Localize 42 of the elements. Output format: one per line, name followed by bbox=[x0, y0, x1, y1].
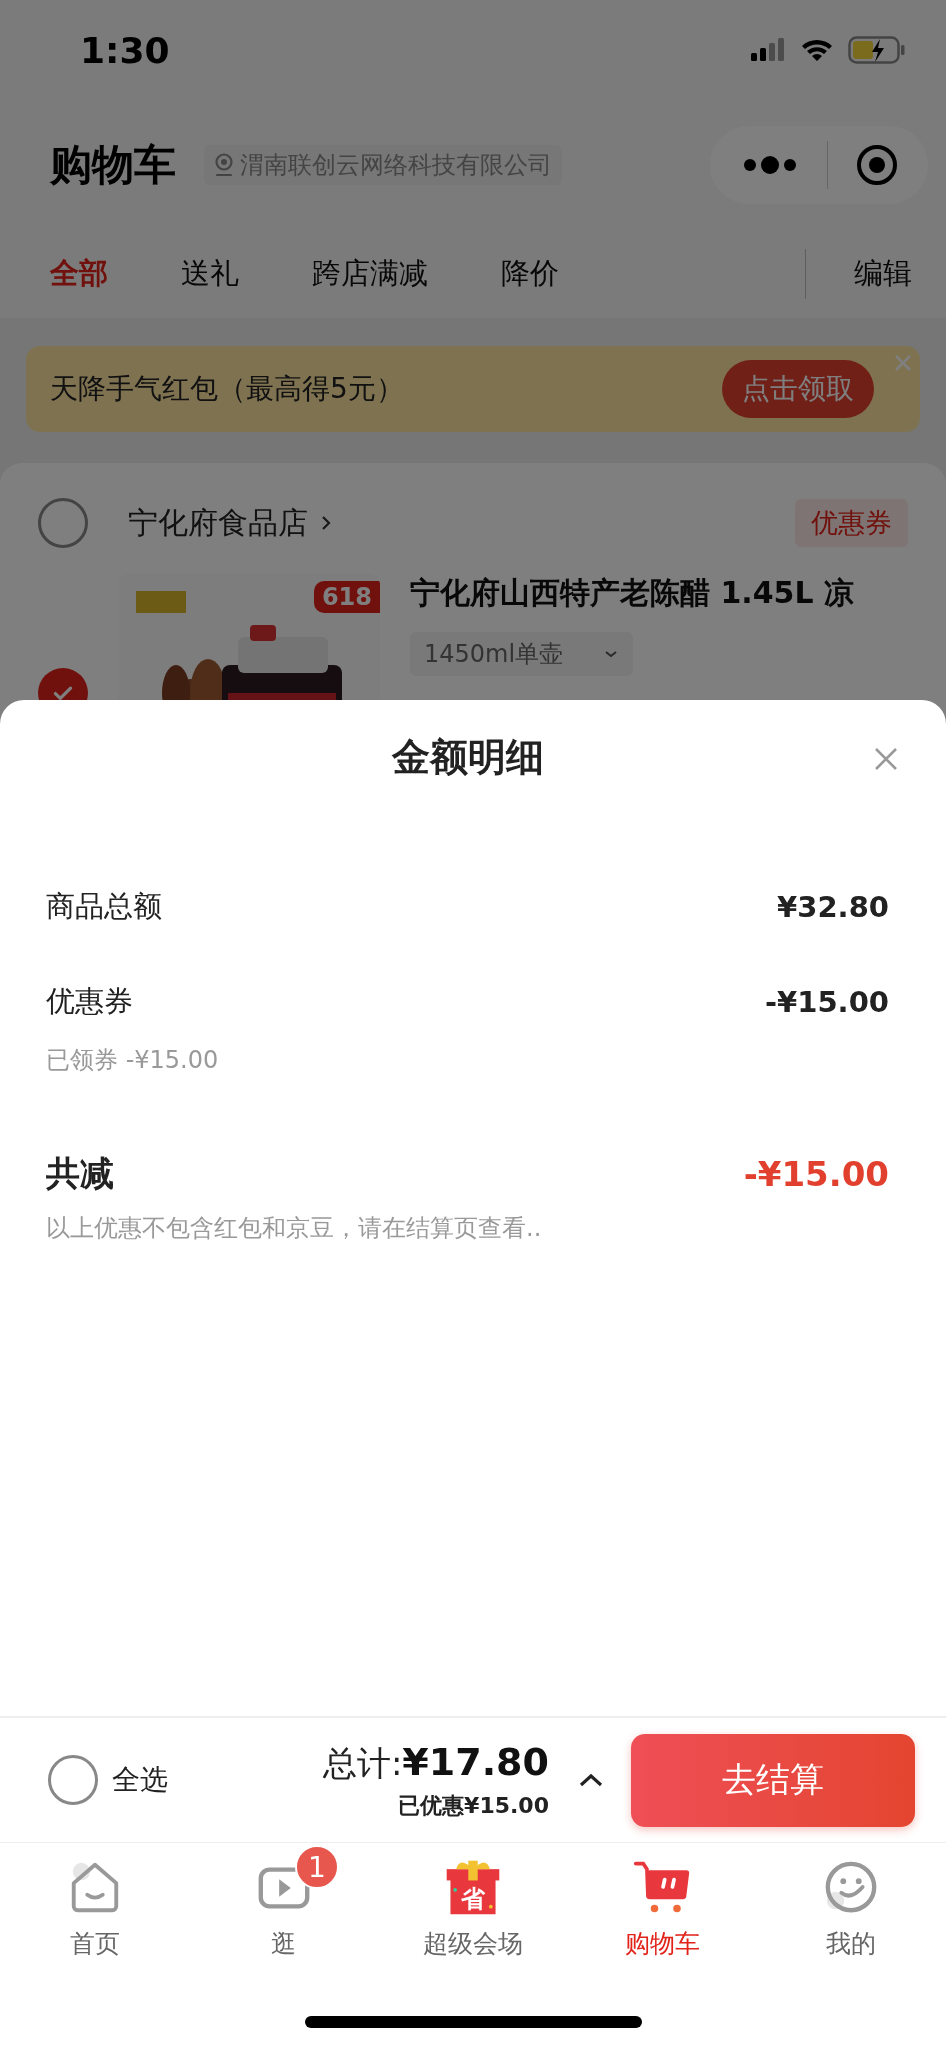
total-discount-value: -¥15.00 bbox=[743, 1154, 889, 1194]
promo-badge: 618 bbox=[313, 581, 380, 613]
caret-up-icon[interactable] bbox=[577, 1771, 605, 1789]
sheet-title: 金额明细 bbox=[391, 734, 544, 781]
filter-tab[interactable]: 降价 bbox=[501, 254, 559, 294]
nav-tab[interactable]: 省 超级会场 bbox=[378, 1843, 568, 1970]
footnote: 以上优惠不包含红包和京豆，请在结算页查看.. bbox=[46, 1213, 543, 1244]
amount-label: 商品总额 bbox=[46, 888, 162, 925]
battery-charging-icon bbox=[848, 36, 906, 64]
checkbox[interactable] bbox=[38, 498, 88, 548]
total-amount: ¥17.80 bbox=[402, 1739, 549, 1784]
nav-tab[interactable]: 我的 bbox=[756, 1843, 946, 1970]
page-title: 购物车 bbox=[50, 139, 176, 191]
product-title[interactable]: 宁化府山西特产老陈醋 1.45L 凉 bbox=[410, 573, 855, 614]
claim-button[interactable]: 点击领取 bbox=[722, 360, 874, 418]
total-label: 总计: bbox=[322, 1741, 403, 1785]
filter-tab[interactable]: 送礼 bbox=[181, 254, 239, 294]
filter-tab[interactable]: 跨店满减 bbox=[312, 254, 428, 294]
store-name[interactable]: 宁化府食品店 bbox=[128, 502, 308, 544]
nav-tab[interactable]: 购物车 bbox=[567, 1843, 757, 1970]
checkout-button[interactable]: 去结算 bbox=[631, 1733, 915, 1827]
coupon-tag[interactable]: 优惠券 bbox=[795, 499, 908, 547]
amount-note: 已领券 -¥15.00 bbox=[46, 1045, 220, 1076]
checkbox[interactable] bbox=[48, 1755, 98, 1805]
status-time: 1:30 bbox=[80, 29, 170, 71]
wifi-icon bbox=[800, 37, 834, 63]
select-all-label[interactable]: 全选 bbox=[112, 1761, 168, 1799]
nav-tab[interactable]: 1 逛 bbox=[189, 1843, 379, 1970]
amount-label: 优惠券 bbox=[46, 983, 133, 1020]
amount-value: ¥32.80 bbox=[777, 890, 889, 924]
amount-value: -¥15.00 bbox=[765, 985, 889, 1019]
count-badge: 1 bbox=[294, 1845, 339, 1889]
filter-tab[interactable]: 全部 bbox=[50, 254, 108, 294]
signal-icon bbox=[750, 38, 786, 62]
spec-selector[interactable]: 1450ml单壶 bbox=[410, 632, 634, 676]
edit-button[interactable]: 编辑 bbox=[806, 254, 946, 294]
location-pin-icon bbox=[214, 152, 234, 178]
discount-text: 已优惠¥15.00 bbox=[398, 1791, 549, 1820]
nav-tab[interactable]: 首页 bbox=[0, 1843, 190, 1970]
banner-text: 天降手气红包（最高得5元） bbox=[50, 371, 404, 407]
close-target-icon[interactable] bbox=[854, 143, 899, 187]
total-discount-label: 共减 bbox=[46, 1152, 114, 1195]
